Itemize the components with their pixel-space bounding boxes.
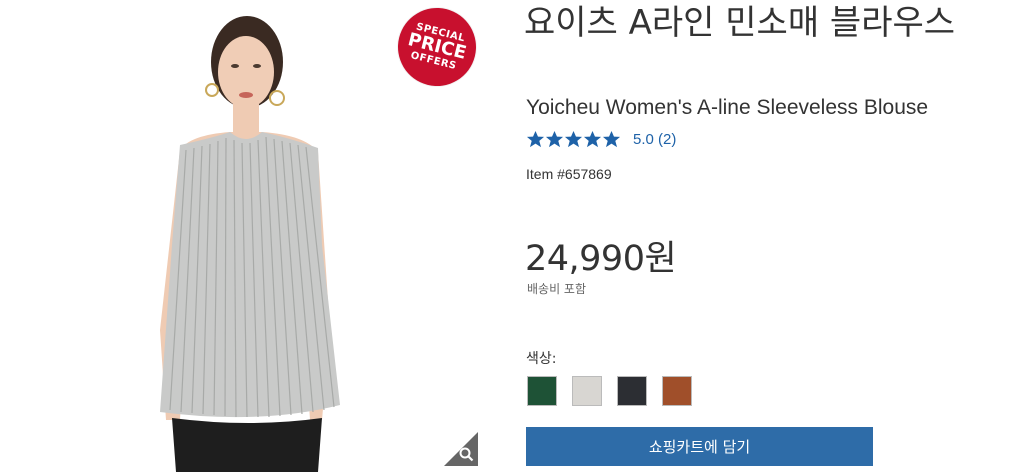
color-swatch-green[interactable] — [527, 376, 557, 406]
rating-count-link[interactable]: 5.0 (2) — [633, 131, 676, 148]
product-image[interactable]: SPECIAL PRICE OFFERS — [0, 0, 485, 472]
color-swatch-charcoal[interactable] — [617, 376, 647, 406]
shipping-note: 배송비 포함 — [527, 282, 587, 296]
product-title-english: Yoicheu Women's A-line Sleeveless Blouse — [526, 96, 929, 119]
item-number: Item #657869 — [526, 166, 612, 182]
color-swatch-light-gray[interactable] — [572, 376, 602, 406]
star-icon — [526, 130, 545, 148]
color-label: 색상: — [526, 351, 557, 367]
add-to-cart-button[interactable]: 쇼핑카트에 담기 — [526, 427, 873, 466]
product-title-korean: 요이츠 A라인 민소매 블라우스 — [524, 3, 956, 43]
star-icon — [583, 130, 602, 148]
color-swatch-brown[interactable] — [662, 376, 692, 406]
star-icon — [602, 130, 621, 148]
rating-stars — [526, 130, 621, 149]
magnifier-icon — [444, 432, 478, 466]
color-swatches — [527, 376, 707, 406]
star-icon — [564, 130, 583, 148]
star-icon — [545, 130, 564, 148]
product-rating[interactable]: 5.0 (2) — [526, 130, 676, 149]
product-price: 24,990원 — [525, 239, 677, 279]
zoom-button[interactable] — [444, 432, 478, 466]
